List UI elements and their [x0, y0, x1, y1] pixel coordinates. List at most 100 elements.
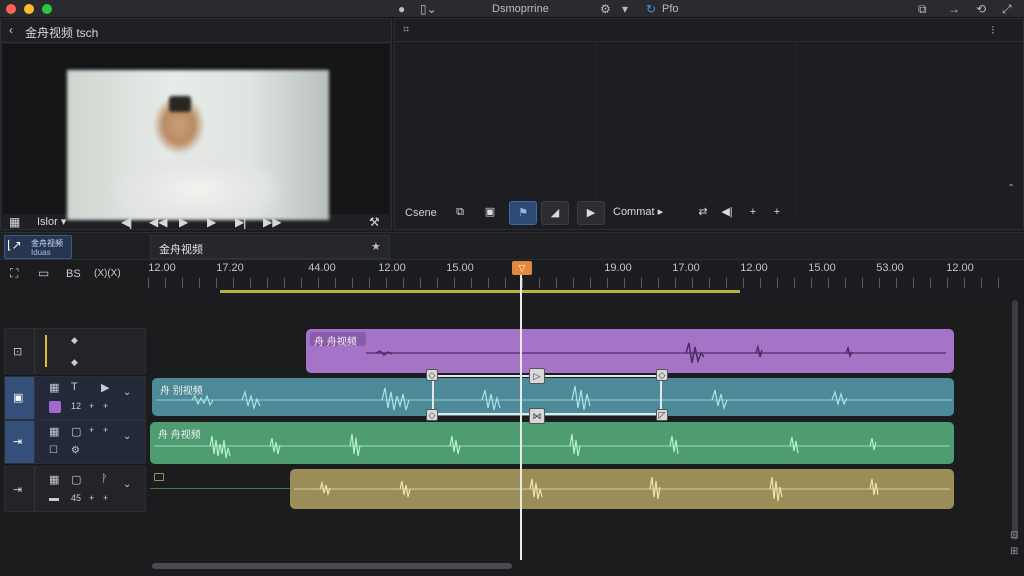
next-frame-icon[interactable]: ▶▏ — [235, 215, 253, 229]
collapse-icon[interactable]: ⌃ — [1007, 183, 1015, 194]
fast-forward-icon[interactable]: ▶▶ — [263, 215, 281, 229]
keyframe-handle[interactable]: ▷ — [529, 368, 545, 384]
playhead[interactable] — [520, 262, 522, 560]
mute-icon[interactable]: ▢ — [71, 473, 81, 486]
track-value: + — [103, 493, 109, 503]
selection-box[interactable] — [432, 375, 662, 415]
project-badge[interactable]: ⌊↗ 金舟视频 Iduas — [4, 235, 72, 259]
expand-icon[interactable]: ⤢ — [1002, 2, 1012, 17]
profile-menu[interactable]: Pfo — [662, 3, 679, 15]
track-header-4[interactable]: ⇥ ▦ ▢ ᚹ ▬ 45 + + ⌄ — [4, 466, 146, 512]
solo-icon[interactable]: ▬ — [49, 493, 59, 504]
close-window-button[interactable] — [6, 4, 16, 14]
vertical-scrollbar[interactable] — [1012, 300, 1018, 540]
play-icon[interactable]: ▶ — [179, 215, 188, 229]
rewind-icon[interactable]: ◀◀ — [149, 215, 167, 229]
track-header-3[interactable]: ⇥ ▦ ▢ + + ☐ ⚙ ⌄ — [4, 420, 146, 464]
lock-icon[interactable]: ▦ — [49, 381, 59, 394]
image-icon[interactable]: ▣ — [479, 201, 501, 225]
favorite-icon[interactable]: ★ — [371, 240, 381, 253]
settings-icon[interactable]: ⚙ — [600, 2, 611, 16]
crop-icon[interactable]: ⧉ — [449, 201, 471, 225]
monitor-icon[interactable]: ▭ — [38, 266, 49, 280]
track-type-icon: ⇥ — [13, 436, 23, 448]
minimize-window-button[interactable] — [24, 4, 34, 14]
keyframe-handle[interactable]: ⋈ — [529, 408, 545, 424]
zoom-icon[interactable]: ⊞ — [1010, 546, 1018, 557]
solo-icon[interactable]: ☐ — [49, 445, 58, 456]
video-preview[interactable] — [3, 44, 389, 220]
text-icon[interactable]: T — [71, 381, 78, 393]
keyframe-handle[interactable]: ◇ — [426, 369, 438, 381]
clip-1[interactable]: 舟 舟视频 — [306, 329, 954, 373]
viewer-header: ‹ 金舟视频 tsch — [1, 19, 391, 43]
track-header-1[interactable]: ⊡ ◆ ◆ — [4, 328, 146, 374]
export-icon[interactable]: ⧉ — [918, 2, 927, 17]
waveform — [366, 342, 946, 364]
playhead-marker[interactable]: ▽ — [512, 261, 532, 275]
grid-icon[interactable]: ▦ — [9, 215, 20, 229]
add-icon[interactable]: + — [743, 201, 763, 225]
flag-icon[interactable]: ᚹ — [101, 473, 108, 485]
bs-toggle[interactable]: BS — [66, 268, 81, 280]
back-icon[interactable]: ‹ — [9, 23, 13, 37]
clip-4[interactable] — [290, 469, 954, 509]
ruler-label: 15.00 — [446, 262, 474, 274]
chevron-down-icon[interactable]: ⌄ — [123, 431, 131, 442]
skip-back-icon[interactable]: ◀▏ — [121, 215, 139, 229]
arrow-right-icon[interactable]: → — [948, 2, 960, 16]
ruler-label: 12.00 — [148, 262, 176, 274]
split-icon[interactable]: ⇄ — [693, 201, 713, 225]
keyframe-handle[interactable]: ◸ — [656, 409, 668, 421]
time-ruler[interactable]: 12.00 17.20 44.00 12.00 15.00 19.00 17.0… — [148, 260, 1010, 302]
zoom-fit-icon[interactable]: ⊡ — [1010, 530, 1018, 541]
step-forward-icon[interactable]: ▶ — [207, 215, 216, 229]
volume-slider[interactable] — [45, 335, 47, 367]
chevron-down-icon[interactable]: ⌄ — [123, 387, 131, 398]
mute-icon[interactable]: ▢ — [71, 425, 81, 438]
play-button[interactable]: ▶ — [577, 201, 605, 225]
tools-icon[interactable]: ⚒ — [369, 215, 380, 229]
panel-options-icon[interactable]: ⁝ — [991, 23, 995, 37]
ruler-ticks — [148, 278, 1010, 288]
track-side: ⇥ — [5, 467, 35, 511]
apple-icon[interactable]: ● — [398, 2, 405, 16]
panel-grid-line — [795, 42, 796, 212]
keyframe-icon[interactable]: ◆ — [71, 357, 78, 368]
lock-icon[interactable]: ▦ — [49, 473, 59, 486]
keyframe-handle[interactable]: ◇ — [656, 369, 668, 381]
add-track-icon[interactable]: + — [767, 201, 787, 225]
track-header-2[interactable]: ▣ ▦ T ▶ 12 + + ⌄ — [4, 376, 146, 420]
timeline-tab[interactable]: 金舟视频 ★ — [150, 235, 390, 259]
format-dropdown[interactable]: Commat ▸ — [613, 201, 679, 225]
zoom-dropdown[interactable]: Islor ▾ — [37, 215, 66, 228]
keyframe-handle[interactable]: ◇ — [426, 409, 438, 421]
viewer-title: 金舟视频 tsch — [25, 26, 99, 40]
work-area-range[interactable] — [220, 290, 740, 293]
horizontal-scrollbar[interactable] — [152, 563, 512, 569]
flag-button[interactable]: ⚑ — [509, 201, 537, 225]
track-value: + — [89, 493, 95, 503]
track-side: ⊡ — [5, 329, 35, 373]
inspector-panel: ⌗ ⁝ ⌃ Csene ⧉ ▣ ⚑ ◢ ▶ Commat ▸ ⇄ ◀| + + — [394, 18, 1024, 230]
chevron-down-icon[interactable]: ⌄ — [123, 479, 131, 490]
flag-icon[interactable]: ▶ — [101, 381, 109, 394]
audio-icon[interactable]: ◀| — [717, 201, 737, 225]
color-swatch[interactable] — [49, 401, 61, 413]
link-toggle[interactable]: (X)(X) — [94, 268, 121, 279]
keyframe-icon[interactable]: ◆ — [71, 335, 78, 346]
settings-icon[interactable]: ⚙ — [71, 445, 80, 456]
ruler-label: 17.00 — [672, 262, 700, 274]
share-icon[interactable]: ⟲ — [976, 2, 986, 16]
panel-divider — [395, 41, 1023, 42]
panel-pin-icon[interactable]: ⌗ — [403, 24, 409, 37]
clip-3[interactable]: 舟 舟视频 — [150, 422, 954, 464]
marker-button[interactable]: ◢ — [541, 201, 569, 225]
magnet-icon[interactable]: ⛶ — [10, 266, 18, 281]
lock-icon[interactable]: ▦ — [49, 425, 59, 438]
sync-icon[interactable]: ↻ — [646, 2, 656, 16]
panel-toggle-icon[interactable]: ▯⌄ — [420, 2, 437, 16]
maximize-window-button[interactable] — [42, 4, 52, 14]
dropdown-icon[interactable]: ▾ — [622, 2, 628, 16]
project-subtitle: Iduas — [31, 248, 51, 257]
